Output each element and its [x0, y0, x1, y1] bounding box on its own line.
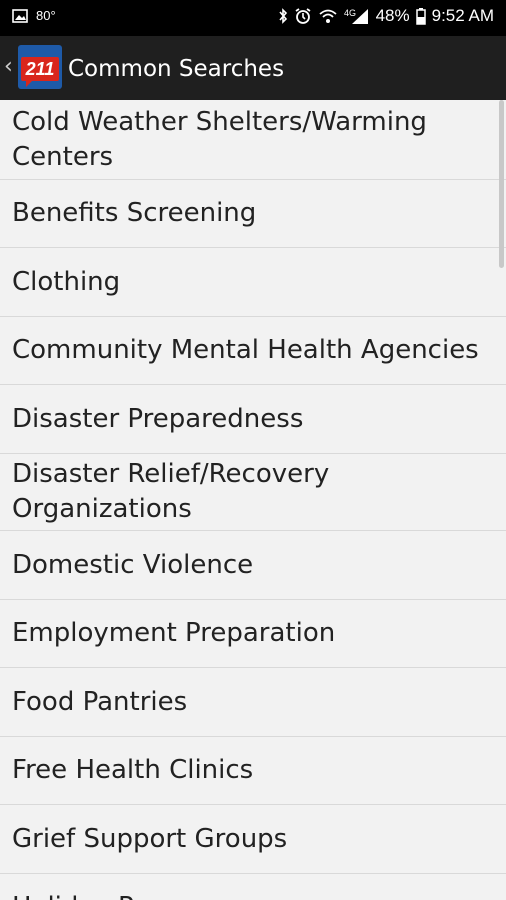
- list-item[interactable]: Cold Weather Shelters/Warming Centers: [0, 100, 506, 180]
- scrollbar[interactable]: [499, 100, 504, 268]
- list-item[interactable]: Grief Support Groups: [0, 805, 506, 874]
- list-item[interactable]: Domestic Violence: [0, 531, 506, 600]
- common-searches-list: Cold Weather Shelters/Warming Centers Be…: [0, 100, 506, 900]
- list-item-label: Employment Preparation: [12, 618, 336, 648]
- list-item-label: Disaster Preparedness: [12, 403, 304, 434]
- list-item[interactable]: Holiday Programs: [0, 874, 506, 900]
- list-item[interactable]: Food Pantries: [0, 668, 506, 737]
- list-item-label: Clothing: [12, 266, 121, 297]
- list-item-label: Community Mental Health Agencies: [12, 335, 479, 365]
- battery-percent-text: 48%: [375, 6, 410, 25]
- list-item-label: Cold Weather Shelters/Warming Centers: [12, 106, 427, 172]
- list-item-label: Disaster Relief/Recovery Organizations: [12, 459, 330, 524]
- alarm-icon: [294, 7, 312, 25]
- lte-signal-icon: 4G: [344, 7, 370, 25]
- list-item-label: Free Health Clinics: [12, 755, 254, 785]
- list-item-label: Benefits Screening: [12, 198, 257, 228]
- page-title: Common Searches: [68, 56, 285, 82]
- app-logo[interactable]: 211: [18, 45, 62, 89]
- list-item-label: Holiday Programs: [12, 890, 241, 900]
- list-item[interactable]: Free Health Clinics: [0, 737, 506, 805]
- list-item[interactable]: Disaster Preparedness: [0, 385, 506, 454]
- status-left: 80°: [12, 8, 56, 23]
- back-chevron-icon[interactable]: ‹: [4, 54, 13, 80]
- list-item-label: Domestic Violence: [12, 549, 254, 580]
- list-item[interactable]: Clothing: [0, 248, 506, 317]
- list-item[interactable]: Employment Preparation: [0, 600, 506, 668]
- clock-text: 9:52 AM: [431, 6, 494, 25]
- list-item[interactable]: Community Mental Health Agencies: [0, 317, 506, 385]
- svg-text:4G: 4G: [344, 8, 356, 18]
- app-bar: ‹ 211 Common Searches: [0, 36, 506, 100]
- wifi-icon: [318, 7, 338, 25]
- list-item[interactable]: Benefits Screening: [0, 180, 506, 248]
- logo-text: 211: [25, 59, 55, 79]
- list-item-label: Grief Support Groups: [12, 823, 288, 854]
- temperature-text: 80°: [36, 8, 56, 23]
- bluetooth-icon: [278, 7, 288, 25]
- battery-icon: [415, 7, 426, 25]
- image-notification-icon: [12, 8, 28, 23]
- status-bar: 80° 4G 48% 9:52 AM: [0, 0, 506, 36]
- list-item-label: Food Pantries: [12, 686, 188, 717]
- list-item[interactable]: Disaster Relief/Recovery Organizations: [0, 454, 506, 531]
- status-right: 4G 48% 9:52 AM: [278, 6, 494, 26]
